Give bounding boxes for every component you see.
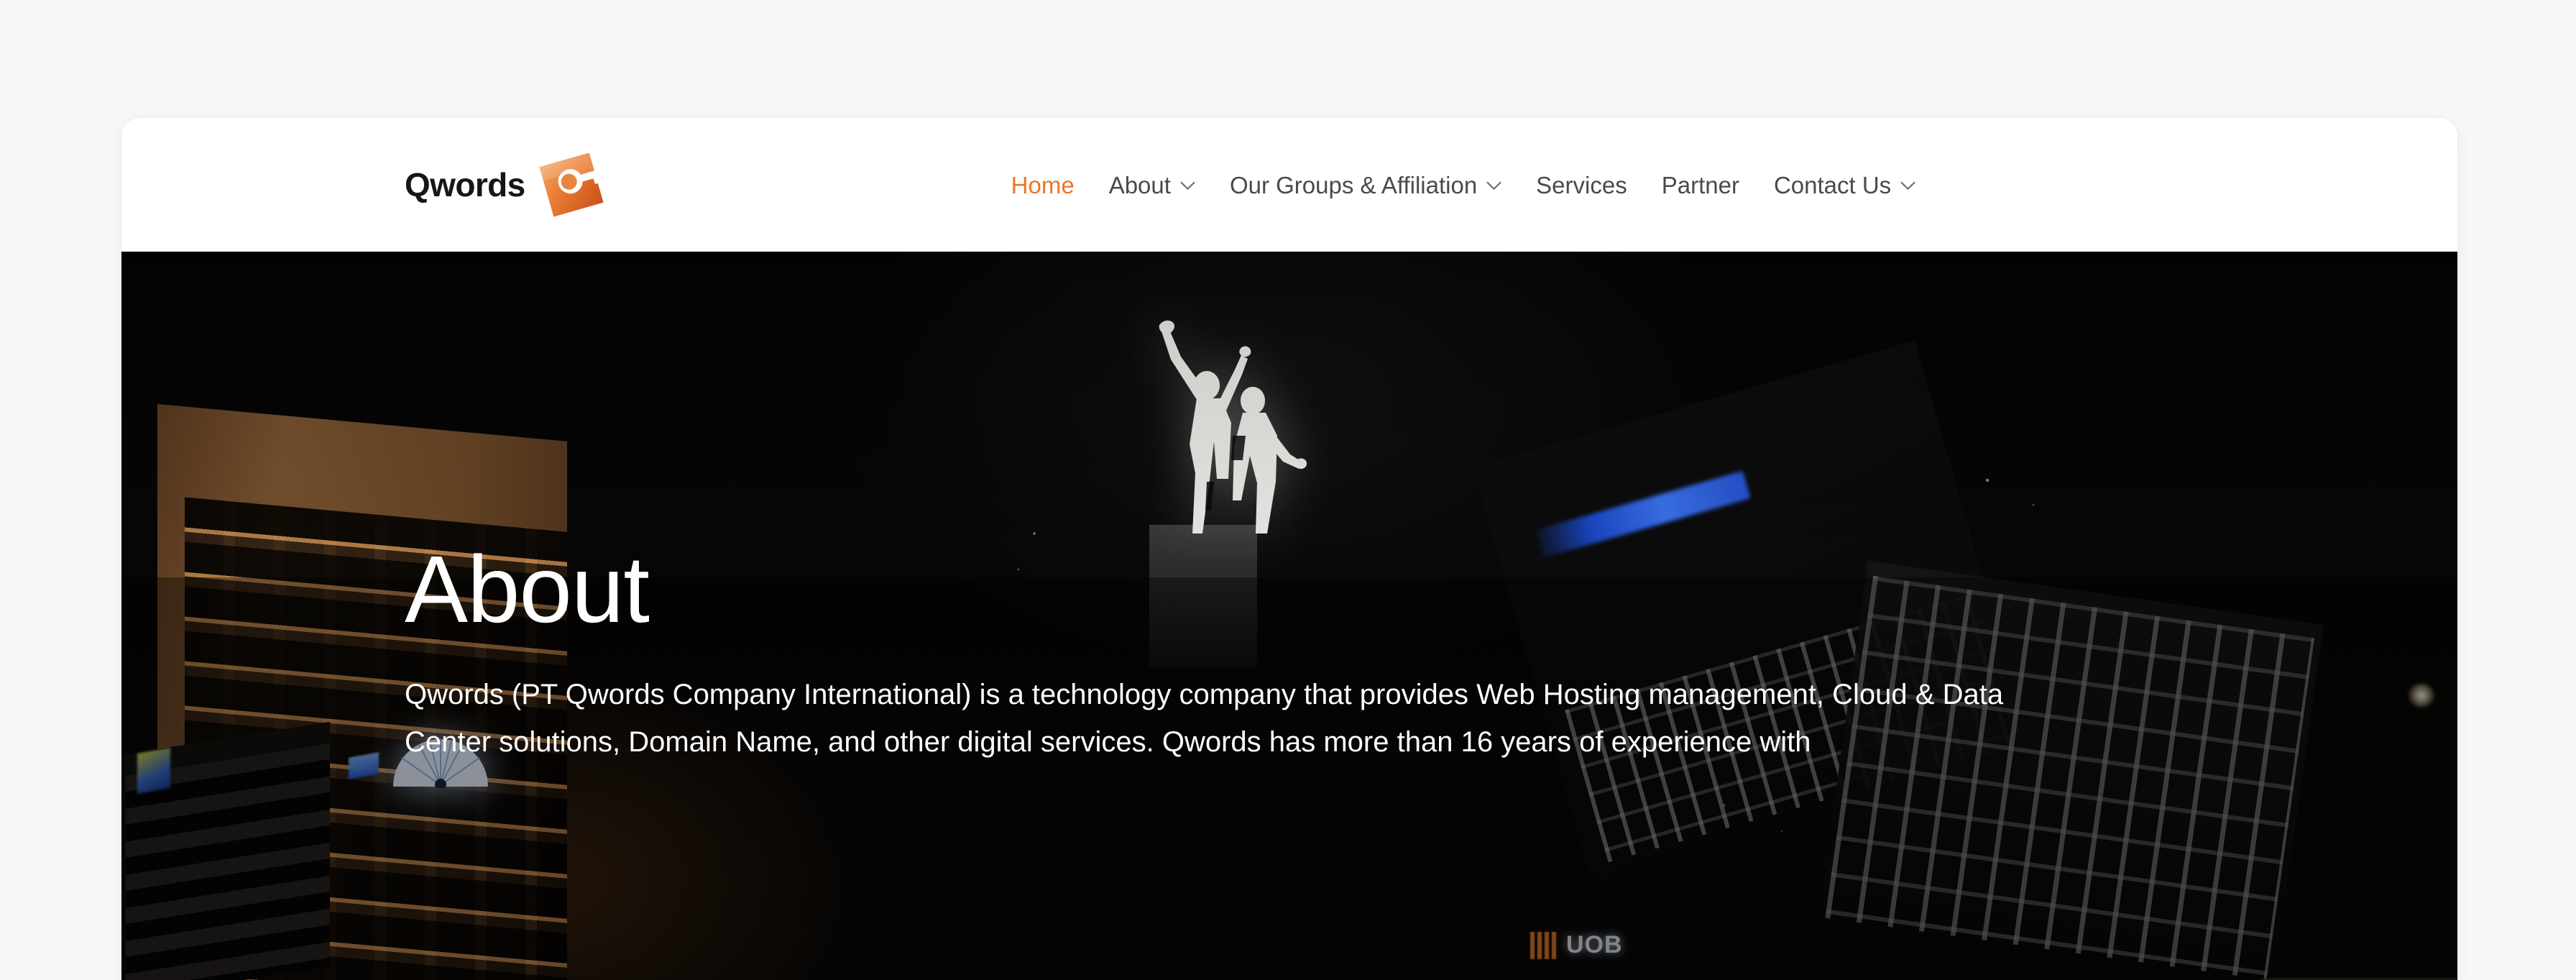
brand-logo-link[interactable]: Qwords (405, 147, 609, 222)
hero-paragraph: Qwords (PT Qwords Company International)… (405, 678, 2004, 758)
nav-item-contact-us[interactable]: Contact Us (1757, 173, 1933, 197)
nav-label-services: Services (1536, 171, 1627, 198)
nav-item-about[interactable]: About (1092, 173, 1213, 197)
brand-name: Qwords (405, 166, 525, 203)
chevron-down-icon (1900, 181, 1915, 191)
chevron-down-icon (1486, 181, 1501, 191)
site-header: Qwords Home About Our Groups & Affiliati… (121, 118, 2457, 252)
main-navigation: Home About Our Groups & Affiliation Serv… (994, 173, 1933, 197)
hero-section: UOB About Qwords (PT Qwords Company Inte… (121, 252, 2457, 980)
nav-item-our-groups-affiliation[interactable]: Our Groups & Affiliation (1213, 173, 1519, 197)
nav-label-about: About (1108, 171, 1171, 198)
qwords-key-diamond-icon (534, 147, 609, 222)
nav-label-partner: Partner (1661, 171, 1739, 198)
chevron-down-icon (1180, 181, 1195, 191)
hero-overlay-top (121, 252, 2457, 577)
browser-page-card: Qwords Home About Our Groups & Affiliati… (121, 117, 2458, 980)
nav-item-home[interactable]: Home (994, 173, 1092, 197)
nav-label-home: Home (1011, 171, 1075, 198)
hero-content: About Qwords (PT Qwords Company Internat… (405, 539, 2058, 766)
nav-label-our-groups-affiliation: Our Groups & Affiliation (1229, 171, 1478, 198)
nav-item-partner[interactable]: Partner (1644, 173, 1757, 197)
nav-item-services[interactable]: Services (1519, 173, 1644, 197)
page-title: About (405, 536, 650, 642)
nav-label-contact-us: Contact Us (1773, 171, 1892, 198)
